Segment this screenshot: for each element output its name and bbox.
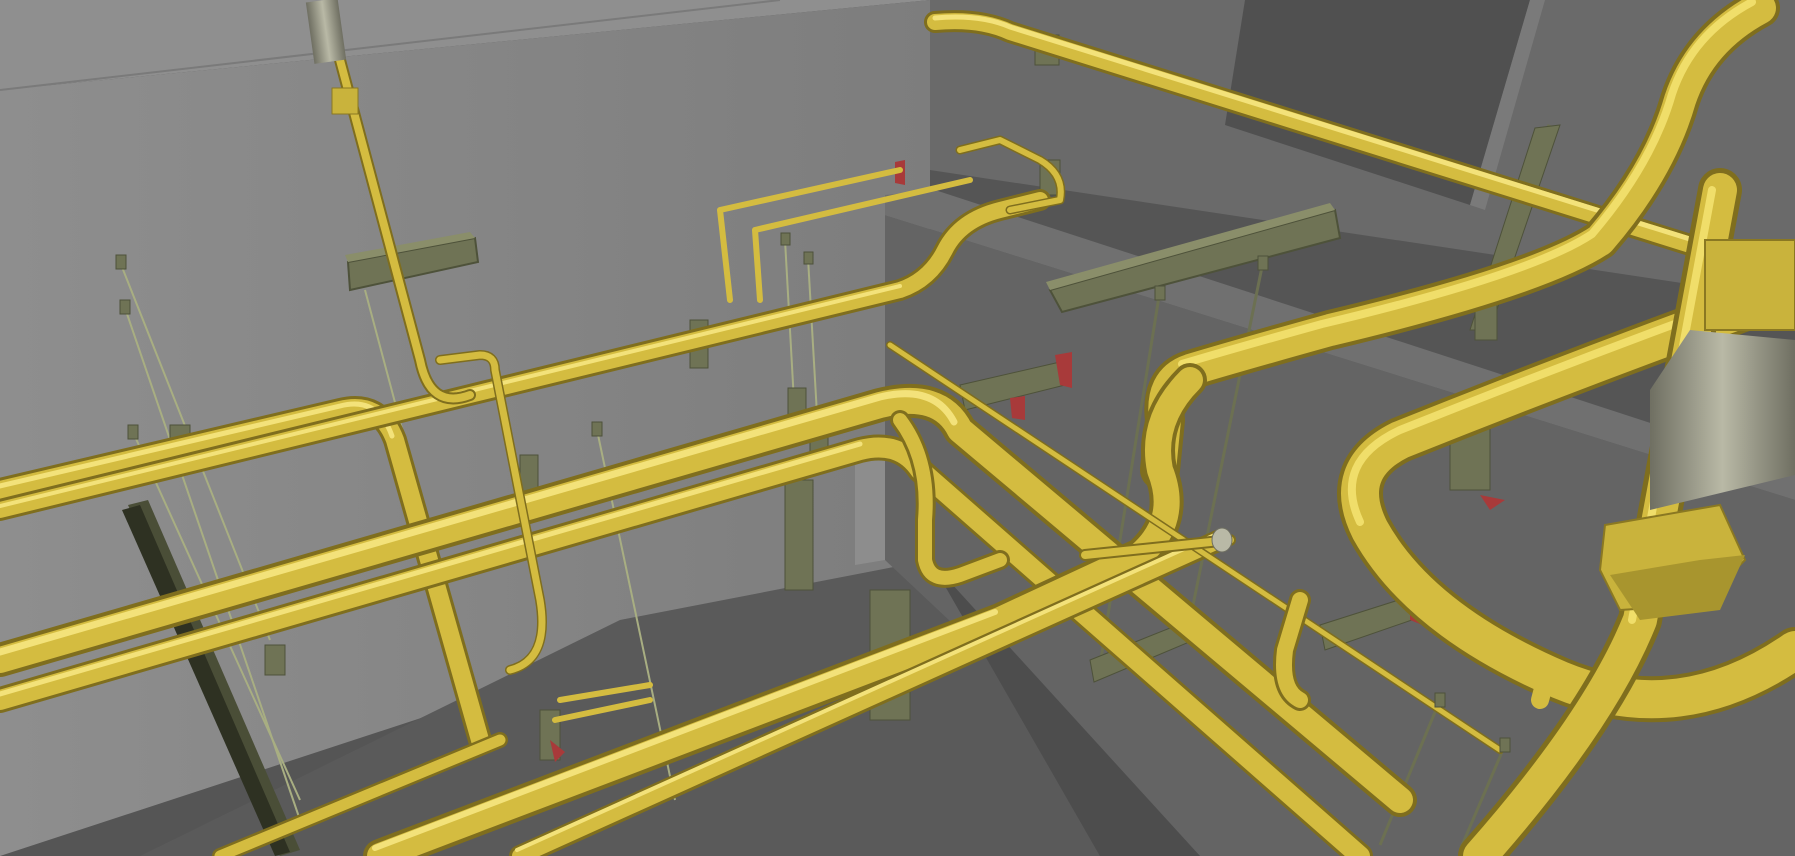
hanger-nut-icon: [127, 424, 139, 440]
wall-penetration-marker[interactable]: [1010, 396, 1025, 420]
hanger-nut-icon: [1434, 692, 1446, 708]
hanger-nut-icon: [119, 299, 131, 315]
hanger-nut-icon: [780, 232, 791, 246]
3d-model-viewport[interactable]: [0, 0, 1795, 856]
hanger-nut-icon: [591, 421, 603, 437]
hanger-nut-icon: [1154, 285, 1166, 301]
pipe-clamp[interactable]: [264, 644, 286, 676]
pipe-endcap: [1211, 527, 1233, 553]
hanger-nut-icon: [803, 251, 814, 265]
hanger-nut-icon: [1499, 737, 1511, 753]
piping-scene[interactable]: [0, 0, 1795, 856]
pipe-clamp[interactable]: [784, 479, 814, 591]
valve-flange-top: [1704, 239, 1795, 331]
pipe-coupling: [331, 87, 359, 115]
hanger-nut-icon: [1257, 255, 1269, 271]
hanger-nut-icon: [115, 254, 127, 270]
